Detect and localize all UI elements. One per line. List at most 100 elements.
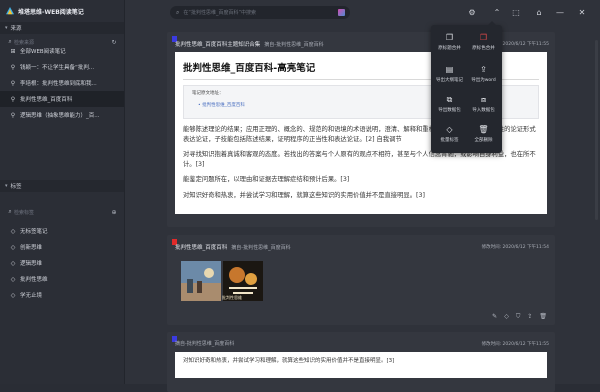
source-link-text[interactable]: 批判性思维_百度百科 bbox=[202, 103, 245, 108]
card-actions: ✎ ◇ ⛉ ⇪ 🗑 bbox=[492, 313, 547, 321]
sidebar-item-tag[interactable]: ◇ 学无止境 bbox=[0, 287, 124, 303]
sidebar-item-label: 全部WEB阅读笔记 bbox=[20, 49, 66, 55]
note-title: 批判性思维_百度百科主题知识合集 摘自-批判性思维_百度百科 bbox=[175, 40, 324, 48]
source-header-label: 来源 bbox=[10, 26, 22, 32]
tag-list: ◇ 无标签笔记 ◇ 创新思维 ◇ 逻辑思维 ◇ 批判性思维 ◇ 学无止境 bbox=[0, 223, 124, 303]
sidebar-item-label: 批判性思维_百度百科 bbox=[20, 97, 73, 103]
tag-header-label: 标签 bbox=[10, 184, 22, 190]
tag-icon: ◇ bbox=[10, 291, 16, 299]
paragraph: 对知识好奇和热衷，并尝试学习和理解，就算这些知识的实用价值并不是直接明显。[3] bbox=[183, 358, 395, 364]
tag-search[interactable]: ⌕ 检索标签 ⊕ bbox=[6, 207, 118, 217]
menu-item-label: 原标题合并 bbox=[438, 46, 461, 51]
menu-item-label: 导出数据包 bbox=[438, 108, 461, 113]
package-import-icon: ⧈ bbox=[480, 94, 487, 104]
package-export-icon: ⧉ bbox=[446, 94, 453, 104]
sidebar-item-source[interactable]: ⊞ 全部WEB阅读笔记 bbox=[0, 43, 124, 59]
menu-item-label: 导入数据包 bbox=[472, 108, 495, 113]
collapse-triangle-icon: ▾ bbox=[5, 183, 8, 189]
topbar: ⌕ 在“批判性思维_百度百科”中搜索 ⚙ ⌃ ⬚ ⌂ — ✕ bbox=[125, 0, 600, 26]
source-section-header[interactable]: ▾ 来源 bbox=[0, 22, 124, 34]
search-icon: ⌕ bbox=[8, 208, 12, 215]
sidebar-item-tag[interactable]: ◇ 无标签笔记 bbox=[0, 223, 124, 239]
menu-item-label: 导出为word bbox=[471, 78, 496, 83]
sidebar-item-label: 批判性思维 bbox=[20, 277, 48, 283]
menu-item-delete-all[interactable]: 🗑 全部删除 bbox=[466, 125, 501, 147]
close-icon[interactable]: ✕ bbox=[577, 7, 587, 17]
doc-export-icon: ▤ bbox=[445, 65, 454, 74]
note-title-text: 批判性思维_百度百科 bbox=[175, 245, 228, 251]
menu-item-export-outline[interactable]: ▤ 导出大纲笔记 bbox=[432, 65, 467, 87]
sidebar-item-tag[interactable]: ◇ 批判性思维 bbox=[0, 271, 124, 287]
menu-item-import-package[interactable]: ⧈ 导入数据包 bbox=[466, 95, 501, 117]
sidebar-item-label: 逻辑思维（抽象思维能力）_百... bbox=[20, 113, 100, 119]
menu-item-export-word[interactable]: ⇪ 导出为word bbox=[466, 65, 501, 87]
tag-icon: ◇ bbox=[10, 227, 16, 235]
trash-icon[interactable]: 🗑 bbox=[539, 313, 547, 321]
minimize-icon[interactable]: — bbox=[555, 7, 565, 17]
note-source: 摘自-批判性思维_百度百科 bbox=[175, 341, 235, 347]
edit-icon[interactable]: ✎ bbox=[492, 313, 497, 321]
app-logo-icon bbox=[6, 7, 14, 15]
note-search-box[interactable]: ⌕ 在“批判性思维_百度百科”中搜索 bbox=[170, 6, 350, 19]
note-title: 摘自-批判性思维_百度百科 bbox=[175, 340, 234, 347]
menu-item-batch-tag[interactable]: ◇ 批量标签 bbox=[432, 125, 467, 147]
menu-item-label: 批量标签 bbox=[440, 138, 459, 143]
sidebar-item-label: 创新思维 bbox=[20, 245, 43, 251]
sidebar: 堆塔思维-WEB阅读笔记 ▾ 来源 ⌕ 检索来源 ↻ ⊞ 全部WEB阅读笔记 ⚲ 钱… bbox=[0, 0, 125, 384]
tag-icon: ◇ bbox=[10, 243, 16, 251]
tag-search-input[interactable]: 检索标签 bbox=[14, 209, 110, 216]
home-icon[interactable]: ⌂ bbox=[534, 7, 544, 17]
copy-red-icon: ❐ bbox=[479, 33, 488, 42]
display-mode-icon[interactable]: ⬚ bbox=[511, 7, 521, 17]
link-icon: ⚲ bbox=[10, 95, 16, 103]
note-title-text: 批判性思维_百度百科主题知识合集 bbox=[175, 42, 261, 48]
app-title: 堆塔思维-WEB阅读笔记 bbox=[18, 8, 84, 16]
menu-item-export-package[interactable]: ⧉ 导出数据包 bbox=[432, 95, 467, 117]
color-filter-icon[interactable] bbox=[338, 9, 345, 16]
menu-item-merge-by-title[interactable]: ❐ 原标题合并 bbox=[432, 33, 467, 55]
search-icon: ⌕ bbox=[176, 8, 180, 16]
collapse-triangle-icon: ▾ bbox=[5, 25, 8, 31]
trash-icon: 🗑 bbox=[478, 125, 489, 134]
sidebar-item-tag[interactable]: ◇ 创新思维 bbox=[0, 239, 124, 255]
sidebar-item-source-active[interactable]: ⚲ 批判性思维_百度百科 bbox=[0, 91, 124, 107]
sidebar-item-source[interactable]: ⚲ 李培根：批判性思维到底和我... bbox=[0, 75, 124, 91]
sidebar-item-label: 学无止境 bbox=[20, 293, 43, 299]
note-title: 批判性思维_百度百科 摘自-批判性思维_百度百科 bbox=[175, 243, 291, 251]
add-tag-icon[interactable]: ⊕ bbox=[110, 208, 118, 216]
tag-section-header[interactable]: ▾ 标签 bbox=[0, 180, 124, 192]
sidebar-item-label: 钱颖一：不让学生具备“批判... bbox=[20, 65, 95, 71]
paragraph: 对知识好奇和热衷，并尝试学习和理解，就算这些知识的实用价值并不是直接明显。[3] bbox=[183, 191, 425, 199]
note-card[interactable]: 摘自-批判性思维_百度百科 修改时间: 2020/6/12 下午11:55 对知… bbox=[167, 332, 555, 392]
share-icon[interactable]: ⇪ bbox=[527, 313, 532, 321]
menu-item-merge-by-color[interactable]: ❐ 原标色合并 bbox=[466, 33, 501, 55]
copy-icon: ❐ bbox=[445, 33, 454, 42]
tag-icon[interactable]: ◇ bbox=[504, 313, 509, 321]
menu-item-label: 全部删除 bbox=[474, 138, 493, 143]
bookmark-icon[interactable]: ⛉ bbox=[516, 313, 521, 321]
sidebar-item-tag[interactable]: ◇ 逻辑思维 bbox=[0, 255, 124, 271]
source-list: ⊞ 全部WEB阅读笔记 ⚲ 钱颖一：不让学生具备“批判... ⚲ 李培根：批判性思维到… bbox=[0, 43, 124, 123]
main-area: ⌕ 在“批判性思维_百度百科”中搜索 ⚙ ⌃ ⬚ ⌂ — ✕ 批判性思维_百度百… bbox=[125, 0, 600, 392]
app-brand: 堆塔思维-WEB阅读笔记 bbox=[6, 5, 84, 17]
image-thumbnail[interactable] bbox=[181, 261, 221, 301]
link-icon: ⚲ bbox=[10, 79, 16, 87]
export-menu: ❐ 原标题合并 ❐ 原标色合并 ▤ 导出大纲笔记 ⇪ 导出为word ⧉ 导出数据包 ⧈ 导… bbox=[431, 21, 502, 153]
collapse-icon[interactable]: ⌃ bbox=[492, 7, 502, 17]
note-search-input[interactable]: 在“批判性思维_百度百科”中搜索 bbox=[183, 9, 338, 16]
sidebar-item-source[interactable]: ⚲ 钱颖一：不让学生具备“批判... bbox=[0, 59, 124, 75]
note-document: 对知识好奇和热衷，并尝试学习和理解，就算这些知识的实用价值并不是直接明显。[3] bbox=[175, 352, 547, 378]
settings-bulk-icon[interactable]: ⚙ bbox=[467, 7, 477, 17]
note-source: 摘自-批判性思维_百度百科 bbox=[231, 245, 291, 251]
share-export-icon: ⇪ bbox=[480, 65, 487, 74]
paragraph: 能鉴定问题所在，以理由和证据去理解症结和预计后果。[3] bbox=[183, 176, 350, 183]
sidebar-item-source[interactable]: ⚲ 逻辑思维（抽象思维能力）_百... bbox=[0, 107, 124, 123]
note-card[interactable]: 批判性思维_百度百科 摘自-批判性思维_百度百科 修改时间: 2020/6/12 … bbox=[167, 235, 555, 325]
grid-icon: ⊞ bbox=[10, 47, 16, 55]
link-icon: ⚲ bbox=[10, 63, 16, 71]
tag-icon: ◇ bbox=[446, 125, 453, 134]
tag-icon: ◇ bbox=[10, 259, 16, 267]
scrollbar[interactable] bbox=[595, 40, 598, 220]
note-date: 修改时间: 2020/6/12 下午11:55 bbox=[481, 342, 549, 347]
note-date: 修改时间: 2020/6/12 下午11:54 bbox=[481, 245, 549, 250]
